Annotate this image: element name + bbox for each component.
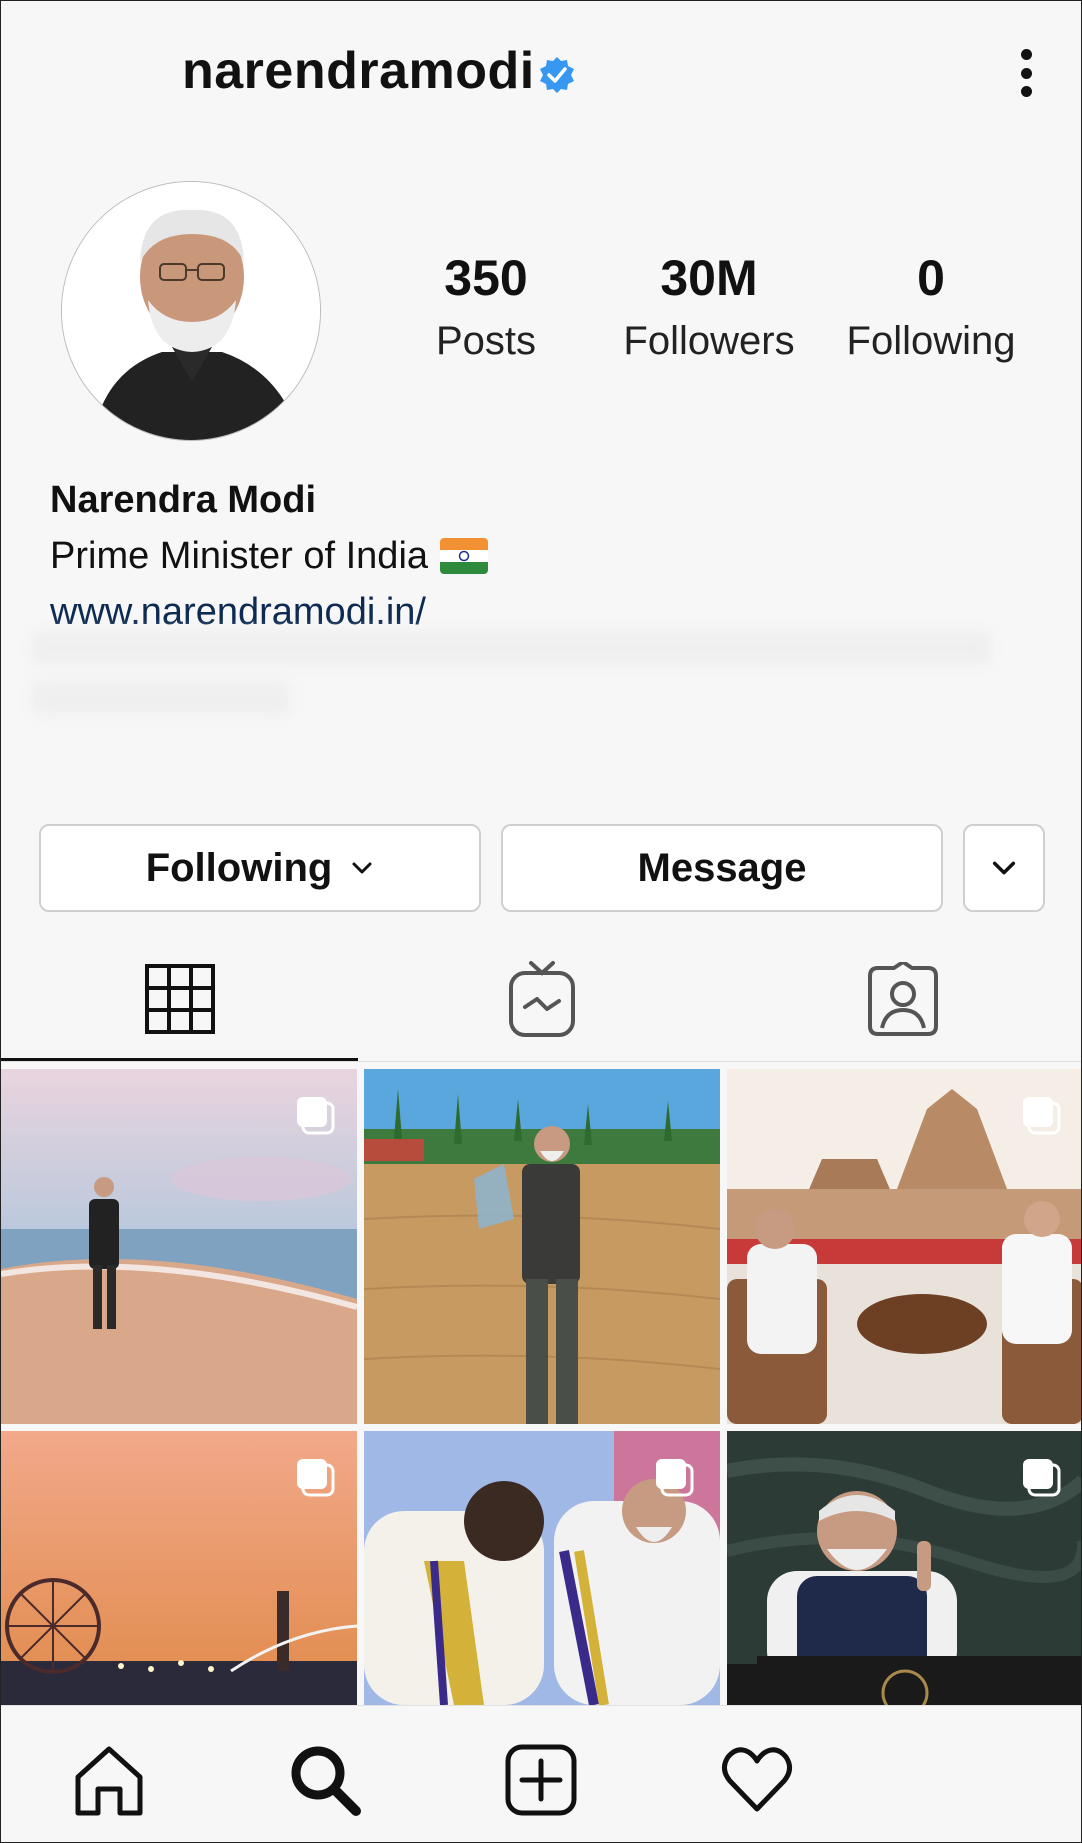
tab-igtv[interactable]: [361, 936, 723, 1061]
bio-description-text: Prime Minister of India: [50, 535, 429, 577]
following-button-label: Following: [145, 845, 333, 890]
more-dot: [1020, 67, 1032, 79]
search-icon: [291, 1746, 361, 1816]
nav-activity[interactable]: [719, 1742, 795, 1818]
chevron-down-icon: [352, 862, 372, 874]
bio-name: Narendra Modi: [50, 479, 317, 521]
stat-following[interactable]: 0 Following: [833, 253, 1029, 361]
blurred-text-line: [31, 681, 291, 715]
avatar-portrait: [62, 182, 320, 440]
igtv-icon: [509, 960, 575, 1037]
bio-website-link[interactable]: www.narendramodi.in/: [50, 591, 426, 634]
nav-search[interactable]: [287, 1742, 363, 1818]
more-dot: [1020, 86, 1032, 97]
india-flag-icon: [440, 538, 489, 574]
message-button-label: Message: [637, 845, 807, 890]
tab-posts-grid[interactable]: [1, 936, 358, 1061]
posts-grid: [1, 1069, 1081, 1705]
profile-tabs: [1, 936, 1081, 1061]
post-thumbnail[interactable]: [727, 1069, 1081, 1424]
app-frame: narendramodi 350 Posts 30M Followers 0 F…: [0, 0, 1082, 1843]
followers-count: 30M: [660, 250, 758, 306]
following-label: Following: [846, 319, 1016, 363]
add-post-icon: [505, 1744, 577, 1816]
more-dot: [1020, 49, 1032, 60]
bio-description: Prime Minister of India: [50, 535, 489, 578]
post-thumbnail[interactable]: [364, 1431, 720, 1705]
post-thumbnail[interactable]: [1, 1069, 357, 1424]
posts-count: 350: [444, 250, 528, 306]
tab-divider: [1, 1061, 1081, 1062]
multiple-images-icon: [1023, 1459, 1061, 1497]
nav-new-post[interactable]: [503, 1742, 579, 1818]
following-count: 0: [917, 250, 945, 306]
blurred-text-line: [31, 631, 991, 665]
stat-posts[interactable]: 350 Posts: [421, 253, 551, 361]
multiple-images-icon: [297, 1459, 335, 1497]
posts-label: Posts: [435, 319, 537, 363]
message-button[interactable]: Message: [501, 824, 943, 912]
nav-home[interactable]: [71, 1742, 147, 1818]
chevron-down-icon: [992, 861, 1016, 875]
tagged-icon: [868, 961, 938, 1036]
profile-avatar[interactable]: [61, 181, 321, 441]
post-thumbnail[interactable]: [364, 1069, 720, 1424]
profile-username: narendramodi: [182, 42, 535, 100]
verified-badge-icon: [540, 57, 574, 93]
multiple-images-icon: [1023, 1097, 1061, 1135]
suggested-accounts-button[interactable]: [963, 824, 1045, 912]
followers-label: Followers: [623, 319, 795, 363]
multiple-images-icon: [297, 1097, 335, 1135]
following-button[interactable]: Following: [39, 824, 481, 912]
multiple-images-icon: [656, 1459, 694, 1497]
post-thumbnail[interactable]: [1, 1431, 357, 1705]
grid-icon: [144, 963, 215, 1034]
heart-icon: [722, 1747, 792, 1812]
stat-followers[interactable]: 30M Followers: [609, 253, 809, 361]
bottom-navigation: [1, 1705, 1081, 1842]
home-icon: [75, 1746, 143, 1816]
post-thumbnail[interactable]: [727, 1431, 1081, 1705]
more-vertical-icon[interactable]: [1011, 45, 1041, 101]
profile-header: narendramodi: [1, 1, 1081, 151]
tab-tagged[interactable]: [723, 936, 1081, 1061]
